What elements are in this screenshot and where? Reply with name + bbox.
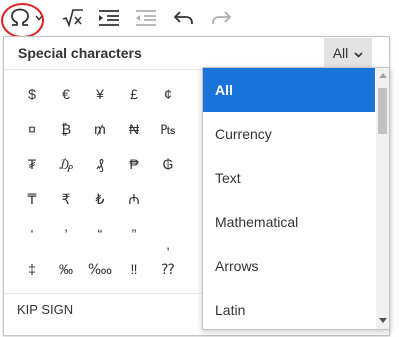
scroll-up-arrow-icon[interactable] — [379, 73, 387, 78]
char-cell[interactable]: ‼ — [117, 252, 151, 286]
char-cell[interactable]: ₺ — [83, 182, 117, 216]
redo-icon — [210, 9, 232, 27]
outdent-button[interactable] — [133, 4, 159, 32]
category-option-currency[interactable]: Currency — [203, 112, 375, 156]
char-cell[interactable]: ₸ — [15, 182, 49, 216]
special-characters-button[interactable] — [2, 4, 50, 32]
char-cell[interactable]: ¤ — [15, 112, 49, 146]
char-cell[interactable]: $ — [15, 77, 49, 111]
char-cell[interactable]: ₼ — [117, 182, 151, 216]
char-cell[interactable]: “ — [83, 217, 117, 251]
char-cell[interactable]: £ — [117, 77, 151, 111]
category-dropdown-value: All — [332, 44, 349, 61]
category-option-mathematical[interactable]: Mathematical — [203, 200, 375, 244]
redo-button[interactable] — [208, 4, 234, 32]
char-cell[interactable]: ₯ — [49, 147, 83, 181]
toolbar — [0, 0, 399, 38]
category-dropdown-menu: All Currency Text Mathematical Arrows La… — [202, 67, 390, 330]
undo-button[interactable] — [171, 4, 197, 32]
category-option-arrows[interactable]: Arrows — [203, 244, 375, 288]
indent-button[interactable] — [96, 4, 122, 32]
char-cell[interactable] — [151, 182, 185, 216]
char-cell[interactable]: ¥ — [83, 77, 117, 111]
char-cell[interactable]: ” — [117, 217, 151, 251]
char-cell[interactable]: ‰ — [49, 252, 83, 286]
character-name-label: KIP SIGN — [17, 302, 74, 317]
char-cell[interactable]: ‡ — [15, 252, 49, 286]
char-cell[interactable]: € — [49, 77, 83, 111]
char-cell[interactable]: ₥ — [83, 112, 117, 146]
category-dropdown[interactable]: All — [324, 38, 372, 67]
math-button[interactable] — [60, 4, 86, 32]
char-cell[interactable]: ₰ — [83, 147, 117, 181]
char-cell[interactable]: ‘ — [15, 217, 49, 251]
char-cell[interactable]: ₲ — [151, 147, 185, 181]
outdent-icon — [135, 9, 157, 27]
scroll-down-arrow-icon[interactable] — [379, 318, 387, 323]
category-option-latin[interactable]: Latin — [203, 288, 375, 329]
omega-icon — [9, 8, 31, 28]
char-cell[interactable]: ₮ — [15, 147, 49, 181]
char-cell[interactable]: ₿ — [49, 112, 83, 146]
indent-icon — [98, 9, 120, 27]
square-root-icon — [62, 8, 84, 28]
char-cell[interactable]: ‱ — [83, 252, 117, 286]
panel-title: Special characters — [18, 45, 142, 61]
char-cell[interactable]: ¢ — [151, 77, 185, 111]
character-grid: $ € ¥ £ ¢ ¤ ₿ ₥ ₦ ₧ ₮ ₯ ₰ ₱ ₲ ₸ ₹ ₺ ₼ ‘ … — [12, 77, 212, 285]
char-cell[interactable]: ₱ — [117, 147, 151, 181]
char-cell[interactable]: ₹ — [49, 182, 83, 216]
char-cell[interactable]: ₧ — [151, 112, 185, 146]
category-option-all[interactable]: All — [203, 68, 375, 112]
char-cell[interactable]: ’ — [49, 217, 83, 251]
char-cell[interactable]: ⁇ — [151, 252, 185, 286]
char-cell[interactable]: ₦ — [117, 112, 151, 146]
dropdown-scrollbar[interactable] — [376, 68, 389, 329]
scrollbar-thumb[interactable] — [378, 88, 387, 134]
chevron-down-icon — [35, 15, 43, 21]
chevron-down-icon — [354, 45, 363, 61]
undo-icon — [173, 9, 195, 27]
category-option-text[interactable]: Text — [203, 156, 375, 200]
